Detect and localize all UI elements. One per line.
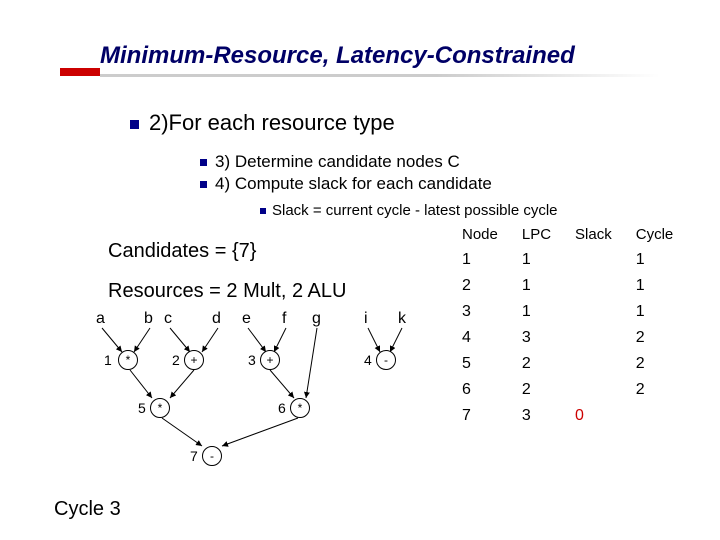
var-c: c — [164, 310, 172, 328]
cell-cycle: 1 — [624, 273, 686, 299]
dfg-graph: a b c d e f g i k * 1 + 2 + 3 - 4 * 5 * … — [90, 310, 470, 490]
var-b: b — [144, 310, 153, 328]
var-e: e — [242, 310, 251, 328]
title-underline — [100, 74, 660, 77]
node-5: * — [150, 398, 170, 418]
cell-cycle — [624, 403, 686, 429]
node-4: - — [376, 350, 396, 370]
bullet-level2a: 3) Determine candidate nodes C — [200, 152, 460, 172]
schedule-table: Node LPC Slack Cycle 1112113114325226227… — [450, 222, 685, 429]
bullet-l2a-text: 3) Determine candidate nodes C — [215, 152, 460, 171]
bullet-level3: Slack = current cycle - latest possible … — [260, 202, 558, 219]
cell-cycle: 2 — [624, 325, 686, 351]
table-row: 522 — [450, 351, 685, 377]
bullet-l3-text: Slack = current cycle - latest possible … — [272, 202, 558, 219]
cell-lpc: 3 — [510, 325, 563, 351]
title-accent — [60, 68, 100, 76]
node-4-id: 4 — [364, 352, 372, 368]
resources-line: Resources = 2 Mult, 2 ALU — [108, 280, 346, 303]
cell-lpc: 2 — [510, 377, 563, 403]
cell-cycle: 2 — [624, 377, 686, 403]
table-row: 432 — [450, 325, 685, 351]
th-lpc: LPC — [510, 222, 563, 247]
var-k: k — [398, 310, 406, 328]
var-a: a — [96, 310, 105, 328]
node-3-id: 3 — [248, 352, 256, 368]
cell-slack — [563, 247, 624, 273]
cell-node: 2 — [450, 273, 510, 299]
node-5-id: 5 — [138, 400, 146, 416]
bullet-icon — [130, 120, 139, 129]
bullet-icon — [200, 181, 207, 188]
cell-node: 1 — [450, 247, 510, 273]
cell-cycle: 2 — [624, 351, 686, 377]
table-row: 211 — [450, 273, 685, 299]
cell-slack — [563, 325, 624, 351]
table-row: 111 — [450, 247, 685, 273]
cell-lpc: 1 — [510, 299, 563, 325]
cycle-label: Cycle 3 — [54, 498, 121, 521]
bullet-icon — [260, 208, 266, 214]
cell-cycle: 1 — [624, 299, 686, 325]
table-row: 730 — [450, 403, 685, 429]
bullet-level1: 2)For each resource type — [130, 110, 395, 136]
cell-slack — [563, 273, 624, 299]
bullet-l1-text: 2)For each resource type — [149, 110, 395, 135]
node-3: + — [260, 350, 280, 370]
bullet-l2b-text: 4) Compute slack for each candidate — [215, 174, 492, 193]
table-row: 622 — [450, 377, 685, 403]
bullet-icon — [200, 159, 207, 166]
cell-lpc: 3 — [510, 403, 563, 429]
table-header-row: Node LPC Slack Cycle — [450, 222, 685, 247]
slide-title: Minimum-Resource, Latency-Constrained — [100, 42, 680, 70]
node-6: * — [290, 398, 310, 418]
th-cycle: Cycle — [624, 222, 686, 247]
cell-slack — [563, 351, 624, 377]
candidates-line: Candidates = {7} — [108, 240, 256, 263]
th-slack: Slack — [563, 222, 624, 247]
node-2-id: 2 — [172, 352, 180, 368]
cell-cycle: 1 — [624, 247, 686, 273]
cell-slack: 0 — [563, 403, 624, 429]
node-1: * — [118, 350, 138, 370]
cell-lpc: 1 — [510, 247, 563, 273]
title-bar: Minimum-Resource, Latency-Constrained — [100, 42, 680, 77]
var-i: i — [364, 310, 368, 328]
cell-slack — [563, 377, 624, 403]
cell-lpc: 2 — [510, 351, 563, 377]
table-row: 311 — [450, 299, 685, 325]
bullet-level2b: 4) Compute slack for each candidate — [200, 174, 492, 194]
node-2: + — [184, 350, 204, 370]
cell-lpc: 1 — [510, 273, 563, 299]
node-7: - — [202, 446, 222, 466]
var-g: g — [312, 310, 321, 328]
var-f: f — [282, 310, 286, 328]
node-1-id: 1 — [104, 352, 112, 368]
th-node: Node — [450, 222, 510, 247]
var-d: d — [212, 310, 221, 328]
node-7-id: 7 — [190, 448, 198, 464]
cell-slack — [563, 299, 624, 325]
node-6-id: 6 — [278, 400, 286, 416]
